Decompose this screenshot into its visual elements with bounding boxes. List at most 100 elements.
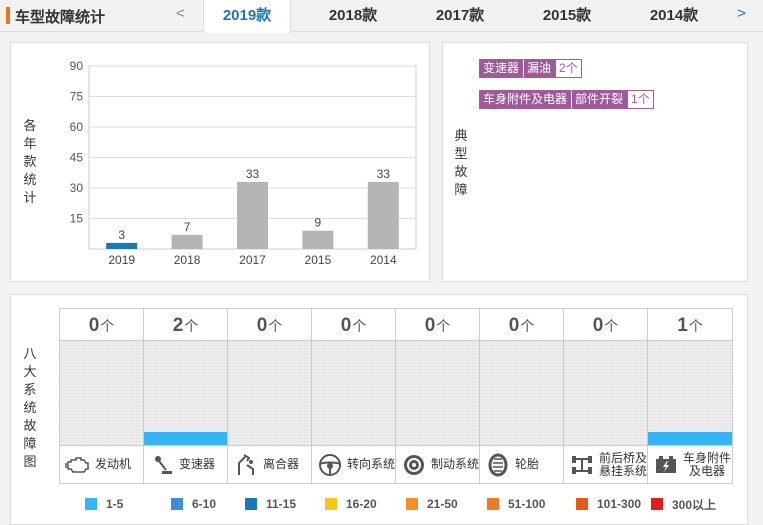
faults-label-char: 故	[454, 164, 468, 179]
system-name: 离合器	[263, 457, 300, 471]
system-fault-area	[396, 341, 479, 445]
legend-item: 21-50	[406, 496, 458, 512]
system-count-unit: 个	[268, 318, 283, 334]
system-fault-area	[144, 341, 227, 445]
y-tick-label: 60	[70, 120, 84, 134]
system-label[interactable]: 离合器	[228, 445, 311, 483]
y-tick-label: 75	[70, 90, 84, 104]
engine-icon	[64, 451, 92, 479]
typical-faults-panel: 典 型 故 障 变速器 漏油 2个 车身附件及电器 部件开裂 1个	[442, 42, 748, 282]
system-column[interactable]: 0个 前后桥及 悬挂系统	[564, 309, 648, 483]
legend-swatch	[576, 498, 588, 510]
y-tick-label: 30	[70, 181, 84, 195]
fault-tag-row[interactable]: 变速器 漏油 2个	[479, 59, 582, 78]
system-count: 0个	[480, 309, 563, 341]
system-count: 0个	[396, 309, 479, 341]
fault-symptom-tag[interactable]: 漏油	[523, 59, 556, 78]
legend-swatch	[245, 498, 257, 510]
system-fault-area	[564, 341, 647, 445]
system-label[interactable]: 转向系统	[312, 445, 395, 483]
fault-component-tag[interactable]: 变速器	[479, 59, 524, 78]
system-count-unit: 个	[436, 318, 451, 334]
x-tick-label: 2019	[108, 253, 135, 267]
legend-label: 11-15	[266, 497, 297, 511]
chart-svg: 15 30 45 60 75 90 3 2019 7 2018 33 2017 9 2015 33 2014	[70, 59, 417, 267]
legend: 1-5 6-10 11-15 16-20 21-50 51-100 101-300 300以上	[85, 496, 735, 512]
legend-label: 16-20	[346, 497, 377, 511]
legend-swatch	[487, 498, 499, 510]
tab-2019[interactable]: 2019款	[203, 0, 291, 33]
stats-label-char: 统	[23, 172, 37, 187]
system-name: 发动机	[95, 457, 132, 471]
bar-2018	[171, 234, 203, 249]
prev-arrow-button[interactable]: <	[176, 5, 185, 22]
system-count-unit: 个	[688, 318, 703, 334]
legend-label: 101-300	[597, 497, 642, 511]
legend-item: 101-300	[576, 496, 641, 512]
legend-swatch	[85, 498, 97, 510]
y-tick-label: 15	[70, 212, 84, 226]
bar-2019	[106, 242, 138, 249]
bar-value-label: 9	[315, 216, 322, 230]
system-name: 制动系统	[431, 457, 480, 471]
system-column[interactable]: 2个 变速器	[144, 309, 228, 483]
next-arrow-button[interactable]: >	[737, 5, 746, 22]
clutch-pedal-icon	[232, 451, 260, 479]
system-label[interactable]: 轮胎	[480, 445, 563, 483]
systems-label-char: 系	[23, 382, 37, 397]
stats-vertical-label: 各 年 款 统 计	[22, 117, 38, 207]
system-count-value: 0	[508, 315, 520, 336]
fault-symptom-tag[interactable]: 部件开裂	[571, 90, 628, 109]
system-label[interactable]: 变速器	[144, 445, 227, 483]
bar-value-label: 33	[246, 167, 260, 181]
system-column[interactable]: 0个 离合器	[228, 309, 312, 483]
x-tick-label: 2017	[239, 253, 266, 267]
system-label[interactable]: 车身附件 及电器	[648, 445, 732, 483]
tab-2017[interactable]: 2017款	[420, 0, 500, 32]
system-fault-bar	[144, 432, 227, 445]
system-fault-area	[60, 341, 143, 445]
system-count: 1个	[648, 309, 732, 341]
system-count-value: 2	[172, 315, 184, 336]
systems-label-char: 大	[23, 364, 37, 379]
system-label[interactable]: 制动系统	[396, 445, 479, 483]
system-count-unit: 个	[100, 318, 115, 334]
fault-statistics-widget: 车型故障统计 < 2019款 2018款 2017款 2015款 2014款 >…	[0, 0, 763, 525]
system-name: 车身附件 及电器	[683, 450, 732, 478]
systems-label-char: 统	[23, 400, 37, 415]
system-label[interactable]: 前后桥及 悬挂系统	[564, 445, 647, 483]
systems-label-char: 障	[23, 436, 37, 451]
stats-label-char: 款	[23, 154, 37, 169]
y-tick-label: 90	[70, 59, 84, 73]
stats-label-char: 年	[23, 136, 37, 151]
system-column[interactable]: 0个 转向系统	[312, 309, 396, 483]
system-column[interactable]: 0个制动系统	[396, 309, 480, 483]
system-name-line: 车身附件	[683, 450, 732, 465]
legend-item: 11-15	[245, 496, 296, 512]
system-count-value: 0	[88, 315, 100, 336]
tab-2015[interactable]: 2015款	[527, 0, 607, 32]
systems-label-char: 图	[23, 454, 37, 469]
bar-2017	[237, 181, 268, 249]
system-name: 轮胎	[515, 457, 540, 471]
system-column[interactable]: 1个车身附件 及电器	[648, 309, 732, 483]
system-count-unit: 个	[520, 318, 535, 334]
tab-2018[interactable]: 2018款	[313, 0, 393, 32]
fault-count-tag[interactable]: 1个	[627, 90, 654, 109]
stats-label-char: 各	[23, 118, 37, 133]
system-name-line: 悬挂系统	[599, 463, 648, 478]
header-bar: 车型故障统计 < 2019款 2018款 2017款 2015款 2014款 >	[0, 0, 763, 33]
system-count: 0个	[60, 309, 143, 341]
system-column[interactable]: 0个轮胎	[480, 309, 564, 483]
tab-2014[interactable]: 2014款	[634, 0, 714, 32]
faults-label-char: 型	[454, 146, 468, 161]
system-label[interactable]: 发动机	[60, 445, 143, 483]
bar-2014	[367, 181, 399, 249]
system-name: 前后桥及 悬挂系统	[599, 451, 648, 478]
fault-count-tag[interactable]: 2个	[555, 59, 582, 78]
system-name: 转向系统	[347, 457, 396, 471]
fault-tag-row[interactable]: 车身附件及电器 部件开裂 1个	[479, 90, 654, 109]
fault-component-tag[interactable]: 车身附件及电器	[479, 90, 572, 109]
systems-label-char: 八	[23, 346, 37, 361]
system-column[interactable]: 0个发动机	[60, 309, 144, 483]
